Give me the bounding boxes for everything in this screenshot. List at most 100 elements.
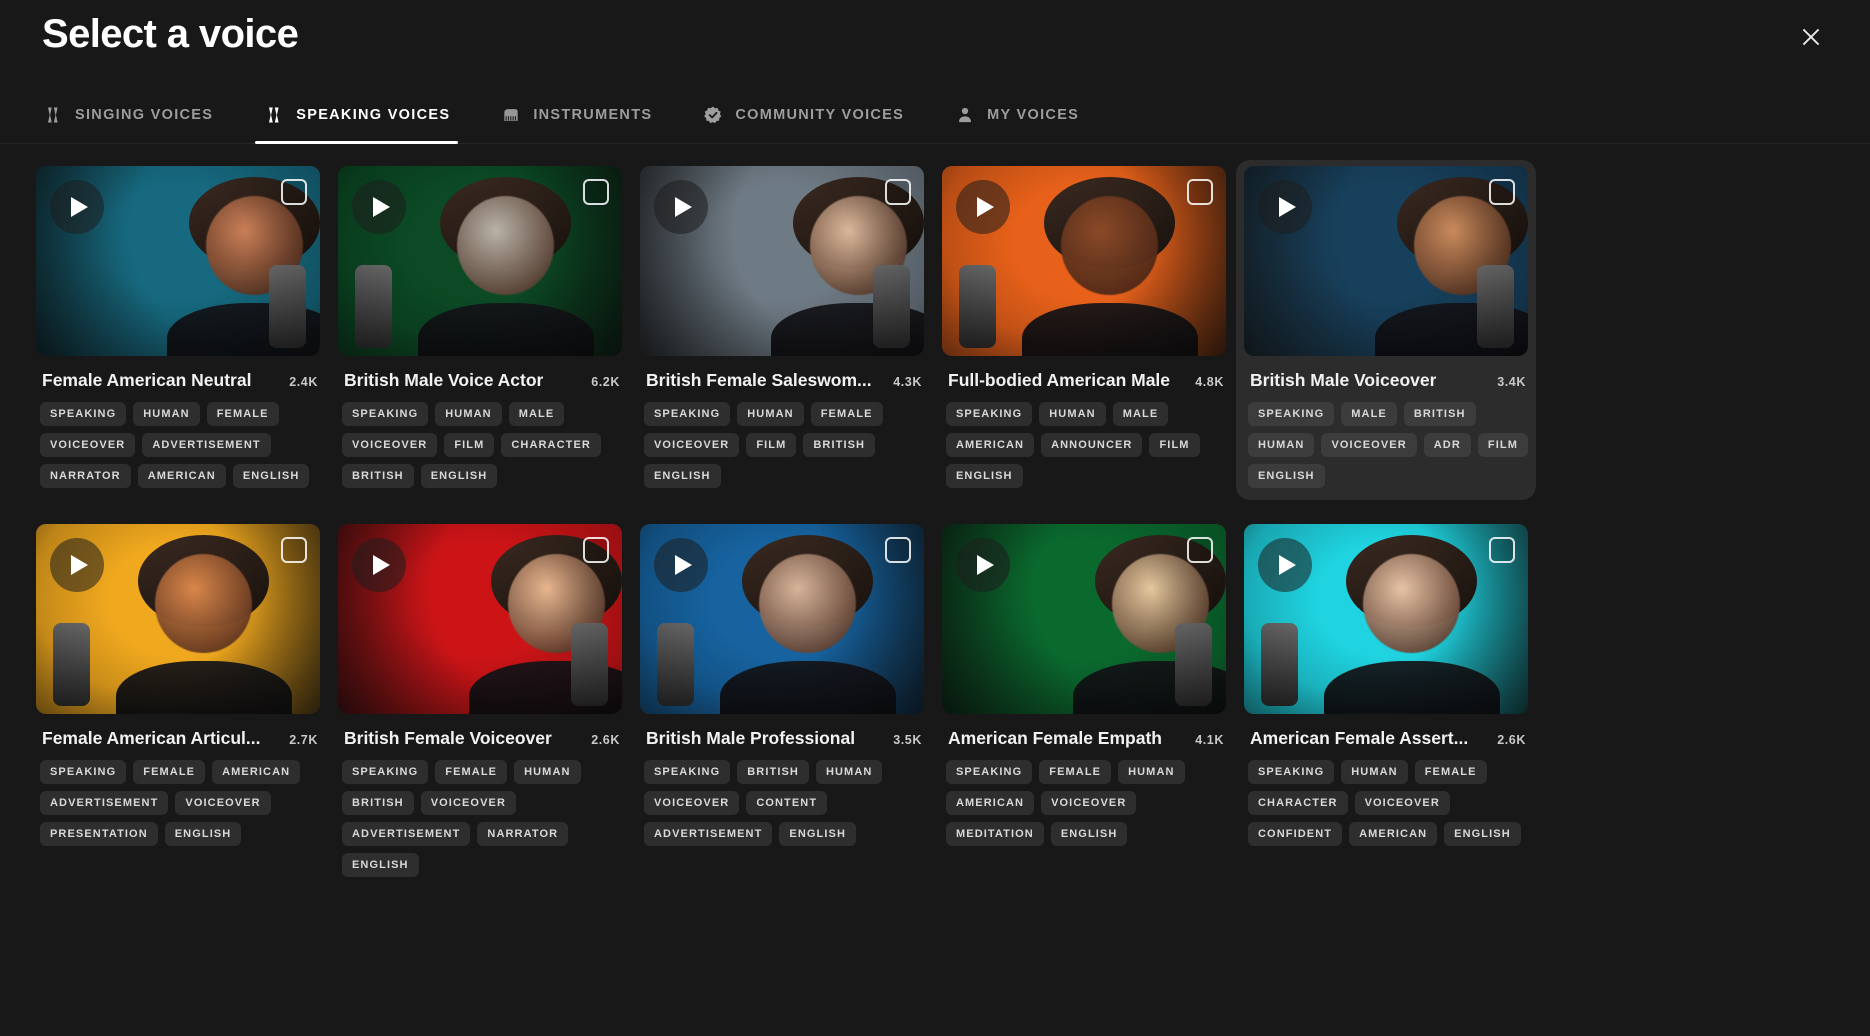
select-checkbox[interactable]: [885, 537, 911, 563]
voice-thumbnail[interactable]: [640, 166, 924, 356]
voice-tag[interactable]: FEMALE: [1414, 760, 1487, 784]
voice-tag[interactable]: FILM: [444, 433, 495, 457]
voice-tag[interactable]: CONFIDENT: [1248, 822, 1343, 846]
voice-card[interactable]: British Male Voiceover 3.4K SPEAKING MALE BR…: [1236, 160, 1536, 500]
voice-tag[interactable]: CHARACTER: [1248, 791, 1348, 815]
voice-tag[interactable]: SPEAKING: [946, 760, 1033, 784]
tab-singing-voices[interactable]: SINGING VOICES: [42, 86, 235, 144]
voice-tag[interactable]: FEMALE: [206, 402, 279, 426]
voice-tag[interactable]: HUMAN: [1039, 402, 1106, 426]
voice-card[interactable]: Female American Neutral 2.4K SPEAKING HUMAN…: [28, 160, 328, 500]
voice-tag[interactable]: AMERICAN: [212, 760, 301, 784]
voice-tag[interactable]: VOICEOVER: [175, 791, 271, 815]
select-checkbox[interactable]: [1489, 179, 1515, 205]
voice-tag[interactable]: VOICEOVER: [40, 433, 136, 457]
voice-tag[interactable]: VOICEOVER: [1321, 433, 1417, 457]
voice-tag[interactable]: HUMAN: [815, 760, 883, 784]
voice-tag[interactable]: FILM: [746, 433, 797, 457]
voice-tag[interactable]: NARRATOR: [40, 464, 131, 488]
voice-card[interactable]: Female American Articul... 2.7K SPEAKING FE…: [28, 518, 328, 889]
voice-tag[interactable]: ENGLISH: [232, 464, 310, 488]
voice-tag[interactable]: FEMALE: [1039, 760, 1112, 784]
voice-tag[interactable]: VOICEOVER: [644, 433, 740, 457]
voice-card[interactable]: British Female Saleswom... 4.3K SPEAKING HU…: [632, 160, 932, 500]
voice-tag[interactable]: FEMALE: [133, 760, 206, 784]
voice-tag[interactable]: AMERICAN: [946, 791, 1035, 815]
voice-tag[interactable]: BRITISH: [737, 760, 809, 784]
voice-tag[interactable]: CONTENT: [746, 791, 828, 815]
voice-thumbnail[interactable]: [36, 524, 320, 714]
voice-tag[interactable]: SPEAKING: [644, 760, 731, 784]
tab-my-voices[interactable]: MY VOICES: [946, 86, 1101, 144]
voice-tag[interactable]: ENGLISH: [342, 853, 419, 877]
voice-tag[interactable]: VOICEOVER: [342, 433, 438, 457]
voice-tag[interactable]: SPEAKING: [644, 402, 731, 426]
voice-tag[interactable]: HUMAN: [1248, 433, 1315, 457]
select-checkbox[interactable]: [281, 179, 307, 205]
voice-tag[interactable]: ADVERTISEMENT: [40, 791, 169, 815]
voice-tag[interactable]: AMERICAN: [137, 464, 226, 488]
play-icon[interactable]: [50, 538, 104, 592]
select-checkbox[interactable]: [885, 179, 911, 205]
play-icon[interactable]: [956, 180, 1010, 234]
voice-tag[interactable]: PRESENTATION: [40, 822, 158, 846]
voice-tag[interactable]: ADVERTISEMENT: [644, 822, 773, 846]
select-checkbox[interactable]: [281, 537, 307, 563]
close-icon[interactable]: [1790, 16, 1832, 58]
voice-thumbnail[interactable]: [338, 166, 622, 356]
voice-tag[interactable]: VOICEOVER: [644, 791, 740, 815]
voice-tag[interactable]: ENGLISH: [644, 464, 721, 488]
voice-tag[interactable]: SPEAKING: [946, 402, 1033, 426]
play-icon[interactable]: [654, 180, 708, 234]
voice-tag[interactable]: HUMAN: [1118, 760, 1185, 784]
voice-tag[interactable]: HUMAN: [1341, 760, 1408, 784]
voice-card[interactable]: Full-bodied American Male 4.8K SPEAKING HUM…: [934, 160, 1234, 500]
voice-tag[interactable]: ENGLISH: [1248, 464, 1325, 488]
tab-community-voices[interactable]: COMMUNITY VOICES: [694, 86, 926, 144]
play-icon[interactable]: [352, 180, 406, 234]
tab-instruments[interactable]: INSTRUMENTS: [492, 86, 674, 144]
voice-tag[interactable]: SPEAKING: [40, 402, 127, 426]
select-checkbox[interactable]: [583, 179, 609, 205]
voice-tag[interactable]: ENGLISH: [1050, 822, 1128, 846]
voice-tag[interactable]: BRITISH: [342, 464, 414, 488]
voice-tag[interactable]: ENGLISH: [1444, 822, 1521, 846]
voice-thumbnail[interactable]: [36, 166, 320, 356]
voice-tag[interactable]: FILM: [1149, 433, 1200, 457]
voice-tag[interactable]: MALE: [1112, 402, 1169, 426]
voice-tag[interactable]: ENGLISH: [420, 464, 498, 488]
play-icon[interactable]: [1258, 180, 1312, 234]
voice-tag[interactable]: MALE: [508, 402, 565, 426]
voice-tag[interactable]: BRITISH: [803, 433, 876, 457]
voice-card[interactable]: British Male Voice Actor 6.2K SPEAKING HUMA…: [330, 160, 630, 500]
select-checkbox[interactable]: [1187, 537, 1213, 563]
voice-tag[interactable]: SPEAKING: [1248, 760, 1335, 784]
voice-tag[interactable]: ENGLISH: [164, 822, 242, 846]
voice-tag[interactable]: HUMAN: [737, 402, 804, 426]
voice-tag[interactable]: CHARACTER: [501, 433, 601, 457]
voice-tag[interactable]: ENGLISH: [779, 822, 857, 846]
voice-tag[interactable]: ADVERTISEMENT: [342, 822, 471, 846]
voice-card[interactable]: American Female Empath 4.1K SPEAKING FEMALE…: [934, 518, 1234, 889]
voice-thumbnail[interactable]: [1244, 166, 1528, 356]
voice-tag[interactable]: FEMALE: [810, 402, 883, 426]
voice-tag[interactable]: MALE: [1341, 402, 1397, 426]
voice-tag[interactable]: ADR: [1423, 433, 1471, 457]
voice-tag[interactable]: NARRATOR: [477, 822, 569, 846]
voice-tag[interactable]: ENGLISH: [946, 464, 1023, 488]
select-checkbox[interactable]: [1187, 179, 1213, 205]
voice-thumbnail[interactable]: [942, 166, 1226, 356]
play-icon[interactable]: [956, 538, 1010, 592]
voice-thumbnail[interactable]: [1244, 524, 1528, 714]
voice-tag[interactable]: VOICEOVER: [420, 791, 517, 815]
voice-tag[interactable]: MEDITATION: [946, 822, 1044, 846]
play-icon[interactable]: [50, 180, 104, 234]
voice-tag[interactable]: SPEAKING: [1248, 402, 1335, 426]
voice-card[interactable]: British Female Voiceover 2.6K SPEAKING FEMA…: [330, 518, 630, 889]
voice-card[interactable]: American Female Assert... 2.6K SPEAKING HUM…: [1236, 518, 1536, 889]
voice-tag[interactable]: HUMAN: [133, 402, 200, 426]
voice-thumbnail[interactable]: [338, 524, 622, 714]
voice-tag[interactable]: ADVERTISEMENT: [142, 433, 271, 457]
voice-tag[interactable]: BRITISH: [1403, 402, 1476, 426]
voice-tag[interactable]: AMERICAN: [946, 433, 1035, 457]
